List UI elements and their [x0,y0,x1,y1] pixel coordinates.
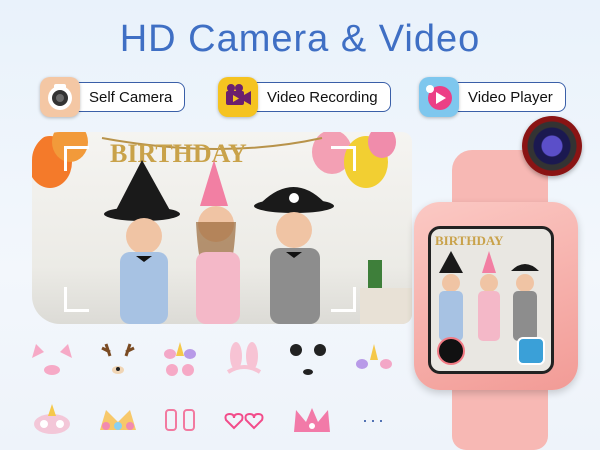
play-icon [419,77,459,117]
unicorn-headband-sticker-icon[interactable] [158,342,202,378]
viewfinder-corner [331,287,356,312]
more-stickers-button[interactable]: ··· [352,402,396,438]
viewfinder-corner [331,146,356,171]
deer-antlers-sticker-icon[interactable] [96,342,140,378]
panda-sticker-icon[interactable] [286,342,330,378]
feature-video-recording[interactable]: Video Recording [218,77,391,117]
watch-screen: BIRTHDAY [428,226,554,374]
heart-glasses-sticker-icon[interactable] [222,402,266,438]
watch-gallery-icon[interactable] [517,337,545,365]
viewfinder-corner [64,146,89,171]
feature-video-player[interactable]: Video Player [419,77,566,117]
feature-label: Video Player [449,82,566,112]
camera-icon [40,77,80,117]
feature-label: Video Recording [248,82,391,112]
bunny-ears-sticker-icon[interactable] [222,342,266,378]
glasses-sticker-icon[interactable] [158,402,202,438]
cat-ears-sticker-icon[interactable] [30,342,74,378]
watch-band-bottom [452,384,548,450]
crown-sticker-icon[interactable] [290,402,334,438]
unicorn-mask-sticker-icon[interactable] [30,402,74,438]
watch-capture-button[interactable] [437,337,465,365]
video-camera-icon [218,77,258,117]
feature-label: Self Camera [70,82,186,112]
camera-lens-icon [522,116,582,176]
watch-banner-text: BIRTHDAY [435,233,504,248]
unicorn-horn-sticker-icon[interactable] [352,342,396,378]
camera-preview-photo: BIRTHDAY [32,132,412,324]
banner-text: BIRTHDAY [110,139,247,168]
viewfinder-corner [64,287,89,312]
feature-self-camera[interactable]: Self Camera [40,77,186,117]
flower-crown-sticker-icon[interactable] [96,402,140,438]
page-title: HD Camera & Video [119,18,481,60]
